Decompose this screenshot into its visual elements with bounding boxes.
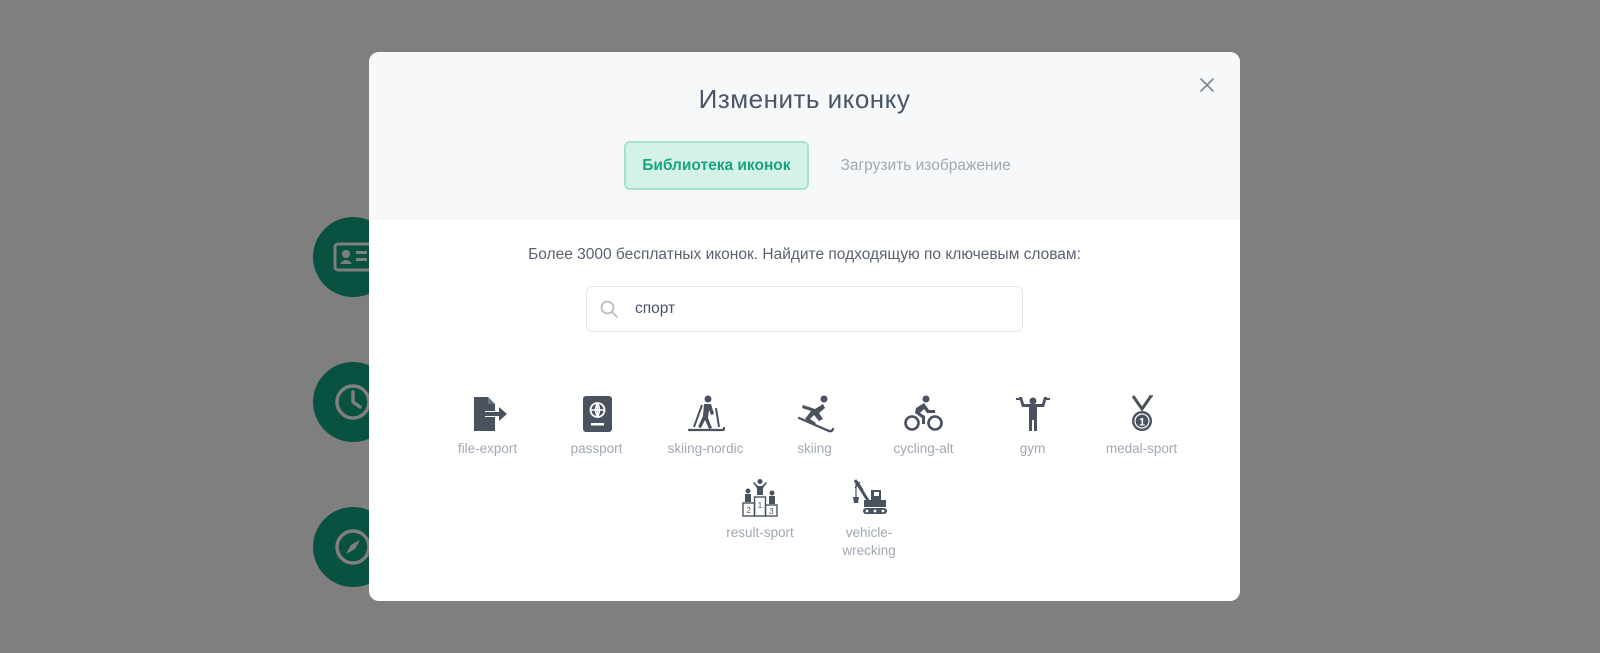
dialog-body: Более 3000 бесплатных иконок. Найдите по… — [369, 246, 1240, 558]
icon-option-skiing[interactable]: skiing — [760, 394, 869, 458]
result-sport-icon: 1 2 3 — [742, 479, 778, 517]
search-input[interactable] — [635, 300, 1015, 318]
skiing-icon — [797, 395, 834, 433]
icon-label: vehicle-wrecking — [842, 525, 896, 558]
icon-option-cycling-alt[interactable]: cycling-alt — [869, 394, 978, 458]
tab-icon-library[interactable]: Библиотека иконок — [624, 141, 809, 190]
file-export-icon — [473, 397, 507, 431]
icon-label: skiing-nordic — [667, 441, 744, 456]
svg-text:3: 3 — [769, 507, 774, 516]
search-box[interactable] — [586, 286, 1023, 332]
tab-label: Библиотека иконок — [642, 156, 791, 174]
icon-option-skiing-nordic[interactable]: skiing-nordic — [651, 394, 760, 458]
icon-label: cycling-alt — [893, 441, 954, 456]
medal-sport-icon: 1 — [1131, 395, 1153, 431]
dialog-tabs: Библиотека иконок Загрузить изображение — [369, 141, 1240, 190]
icon-label: result-sport — [726, 525, 794, 540]
close-button[interactable] — [1196, 74, 1218, 96]
icon-option-vehicle-wrecking[interactable]: vehicle-wrecking — [815, 478, 924, 560]
close-icon — [1200, 78, 1214, 92]
icon-label: gym — [1019, 441, 1046, 456]
icon-label: skiing — [797, 441, 832, 456]
icon-label: passport — [570, 441, 623, 456]
icon-label: medal-sport — [1105, 441, 1178, 456]
dialog-header: Изменить иконку Библиотека иконок Загруз… — [369, 52, 1240, 220]
cycling-alt-icon — [903, 395, 943, 431]
gym-icon — [1015, 397, 1050, 431]
tab-label: Загрузить изображение — [840, 156, 1011, 174]
icon-option-medal-sport[interactable]: 1 medal-sport — [1087, 394, 1196, 458]
passport-icon — [582, 396, 612, 432]
svg-text:2: 2 — [746, 506, 751, 515]
icon-option-file-export[interactable]: file-export — [433, 394, 542, 458]
vehicle-wrecking-icon — [853, 479, 887, 514]
icon-label: file-export — [457, 441, 518, 456]
icon-option-passport[interactable]: passport — [542, 394, 651, 458]
tab-upload-image[interactable]: Загрузить изображение — [823, 141, 1029, 190]
dialog-title: Изменить иконку — [698, 84, 911, 114]
icon-option-gym[interactable]: gym — [978, 394, 1087, 458]
icon-option-result-sport[interactable]: 1 2 3 result-sport — [706, 478, 815, 560]
svg-text:1: 1 — [1138, 417, 1144, 429]
search-icon — [600, 300, 618, 318]
skiing-nordic-icon — [687, 395, 725, 432]
icon-results-grid: file-export passport skiing-nordic skiin… — [433, 394, 1196, 560]
svg-text:1: 1 — [758, 501, 763, 510]
search-hint: Более 3000 бесплатных иконок. Найдите по… — [528, 246, 1081, 263]
change-icon-dialog: Изменить иконку Библиотека иконок Загруз… — [369, 52, 1240, 601]
